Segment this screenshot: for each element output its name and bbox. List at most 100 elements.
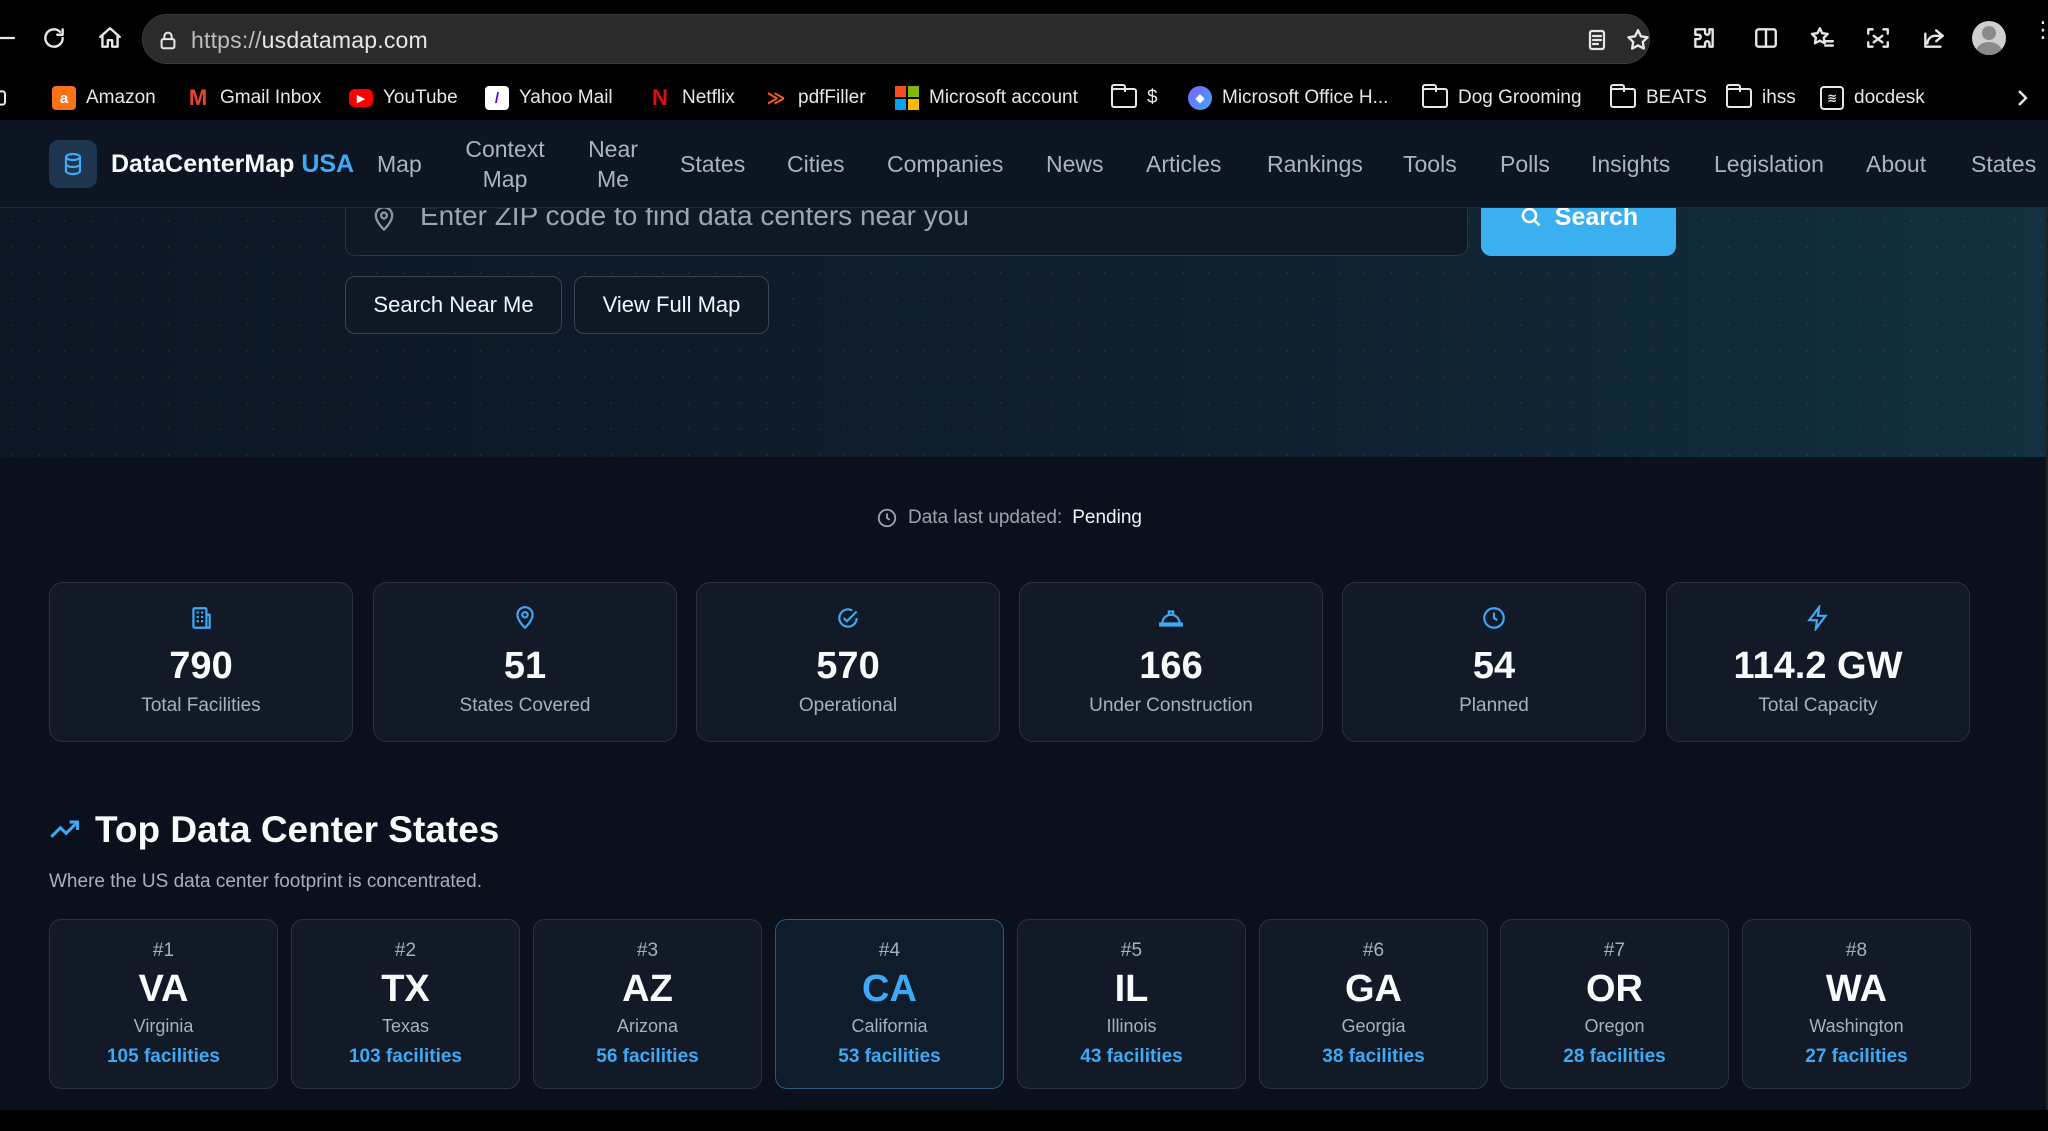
state-card-or[interactable]: #7 OR Oregon 28 facilities <box>1500 919 1729 1089</box>
url-text: https://usdatamap.com <box>191 27 428 54</box>
more-menu-icon[interactable]: ⋮ <box>2032 19 2048 52</box>
nav-map[interactable]: Map <box>377 149 422 179</box>
nav-tools[interactable]: Tools <box>1403 149 1457 179</box>
stat-label: Operational <box>798 695 898 716</box>
state-rank: #5 <box>1120 940 1143 961</box>
bookmark-netflix[interactable]: N Netflix <box>648 76 735 120</box>
pdffiller-icon: ≫ <box>766 87 786 108</box>
bookmark-label: Microsoft account <box>929 87 1078 108</box>
stat-value: 114.2 GW <box>1733 645 1903 687</box>
state-card-ga[interactable]: #6 GA Georgia 38 facilities <box>1259 919 1488 1089</box>
reader-mode-icon[interactable] <box>1585 27 1609 58</box>
stat-card-total-facilities: 790 Total Facilities <box>49 582 353 742</box>
bookmark-label: Gmail Inbox <box>220 87 322 108</box>
state-abbr: OR <box>1586 968 1643 1010</box>
state-card-wa[interactable]: #8 WA Washington 27 facilities <box>1742 919 1971 1089</box>
nav-near-me[interactable]: Near Me <box>582 134 644 194</box>
url-prefix: https:// <box>191 27 262 53</box>
brand-name[interactable]: DataCenterMap USA <box>111 150 354 179</box>
updated-label: Data last updated: <box>908 507 1063 528</box>
refresh-icon[interactable] <box>34 18 74 58</box>
bookmark-folder-ihss[interactable]: ihss <box>1726 76 1796 120</box>
bookmark-folder-beats[interactable]: BEATS <box>1610 76 1707 120</box>
bookmarks-overflow-chevron-icon[interactable] <box>2010 86 2034 115</box>
site-navbar: DataCenterMap USA Map Context Map Near M… <box>0 120 2048 208</box>
nav-rankings[interactable]: Rankings <box>1267 149 1363 179</box>
bookmark-label: Amazon <box>86 87 156 108</box>
bookmark-docdesk[interactable]: ≋ docdesk <box>1820 76 1925 120</box>
state-abbr: WA <box>1825 968 1888 1010</box>
state-card-va[interactable]: #1 VA Virginia 105 facilities <box>49 919 278 1089</box>
nav-states-2[interactable]: States <box>1971 149 2036 179</box>
microsoft-icon <box>895 86 919 110</box>
state-rank: #4 <box>878 940 901 961</box>
bookmark-gmail[interactable]: M Gmail Inbox <box>186 76 322 120</box>
bookmark-amazon[interactable]: a Amazon <box>52 76 156 120</box>
page-viewport: Search Search Near Me View Full Map Data… <box>0 120 2048 1110</box>
bookmark-folder-dog-grooming[interactable]: Dog Grooming <box>1422 76 1582 120</box>
stat-value: 166 <box>1139 645 1203 687</box>
nav-cities[interactable]: Cities <box>787 149 845 179</box>
state-rank: #3 <box>636 940 659 961</box>
state-card-tx[interactable]: #2 TX Texas 103 facilities <box>291 919 520 1089</box>
extensions-icon[interactable] <box>1684 18 1724 58</box>
stat-value: 51 <box>503 645 547 687</box>
state-card-ca[interactable]: #4 CA California 53 facilities <box>775 919 1004 1089</box>
bookmark-partial-icon[interactable] <box>0 76 10 120</box>
stat-label: Total Facilities <box>141 695 261 716</box>
home-icon[interactable] <box>90 18 130 58</box>
clock-icon <box>1343 605 1645 631</box>
profile-avatar[interactable] <box>1972 21 2006 55</box>
database-logo-icon[interactable] <box>49 140 97 188</box>
address-bar[interactable]: https://usdatamap.com <box>142 14 1650 64</box>
bookmark-folder-dollar[interactable]: $ <box>1111 76 1158 120</box>
state-card-az[interactable]: #3 AZ Arizona 56 facilities <box>533 919 762 1089</box>
bottom-edge <box>0 1110 2048 1131</box>
nav-legislation[interactable]: Legislation <box>1714 149 1824 179</box>
stat-card-states-covered: 51 States Covered <box>373 582 677 742</box>
stat-card-planned: 54 Planned <box>1342 582 1646 742</box>
url-host: usdatamap.com <box>261 27 428 53</box>
share-icon[interactable] <box>1914 18 1954 58</box>
main-content: Data last updated: Pending 790 Total Fac… <box>0 457 2048 1110</box>
nav-context-map[interactable]: Context Map <box>462 134 548 194</box>
bookmark-microsoft[interactable]: Microsoft account <box>895 76 1078 120</box>
state-facilities: 38 facilities <box>1322 1046 1425 1067</box>
nav-companies[interactable]: Companies <box>887 149 1003 179</box>
lock-icon <box>157 28 179 57</box>
nav-about[interactable]: About <box>1866 149 1926 179</box>
map-pin-icon <box>370 203 398 240</box>
bookmark-youtube[interactable]: ▶ YouTube <box>349 76 458 120</box>
back-icon[interactable] <box>0 18 26 58</box>
stat-label: Under Construction <box>1089 695 1253 716</box>
screenshot-icon[interactable] <box>1858 18 1898 58</box>
nav-insights[interactable]: Insights <box>1591 149 1670 179</box>
favorites-icon[interactable] <box>1802 18 1842 58</box>
split-screen-icon[interactable] <box>1746 18 1786 58</box>
view-full-map-button[interactable]: View Full Map <box>574 276 769 334</box>
bookmark-pdffiller[interactable]: ≫ pdfFiller <box>764 76 866 120</box>
youtube-icon: ▶ <box>349 89 373 107</box>
state-name: Texas <box>381 1016 430 1036</box>
office-icon: ◆ <box>1188 86 1212 110</box>
state-name: California <box>851 1016 928 1036</box>
netflix-icon: N <box>652 85 668 110</box>
favorite-star-icon[interactable] <box>1625 27 1651 58</box>
state-card-il[interactable]: #5 IL Illinois 43 facilities <box>1017 919 1246 1089</box>
stat-value: 54 <box>1472 645 1516 687</box>
nav-states[interactable]: States <box>680 149 745 179</box>
search-icon <box>1521 207 1541 227</box>
nav-polls[interactable]: Polls <box>1500 149 1550 179</box>
bookmark-yahoo[interactable]: / Yahoo Mail <box>485 76 613 120</box>
search-near-me-button[interactable]: Search Near Me <box>345 276 562 334</box>
brand-main: DataCenterMap <box>111 150 295 178</box>
bookmark-label: docdesk <box>1854 87 1925 108</box>
nav-news[interactable]: News <box>1046 149 1104 179</box>
browser-toolbar: https://usdatamap.com ⋮ <box>0 0 2048 76</box>
bookmark-office[interactable]: ◆ Microsoft Office H... <box>1188 76 1388 120</box>
nav-articles[interactable]: Articles <box>1146 149 1221 179</box>
bookmarks-bar: a Amazon M Gmail Inbox ▶ YouTube / Yahoo… <box>0 76 2048 120</box>
state-facilities: 27 facilities <box>1805 1046 1908 1067</box>
bookmark-label: Yahoo Mail <box>519 87 613 108</box>
stat-card-under-construction: 166 Under Construction <box>1019 582 1323 742</box>
